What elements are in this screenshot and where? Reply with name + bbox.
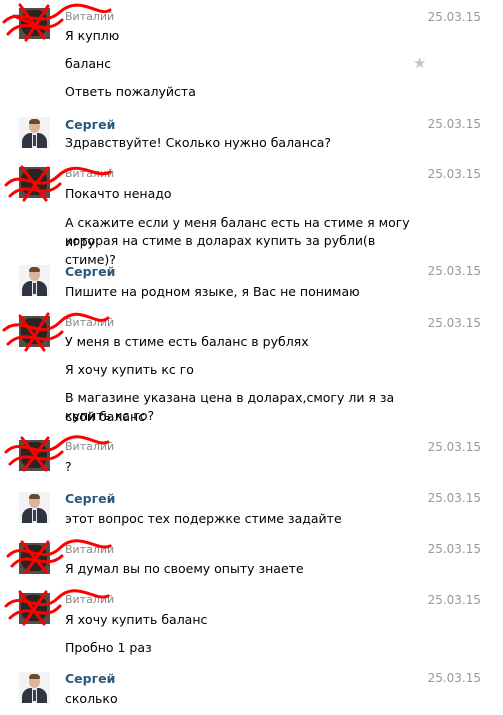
message-text: ?	[65, 459, 72, 474]
message-text: купить кс го?	[65, 408, 155, 423]
author-name[interactable]: Сергей	[65, 117, 115, 132]
message-item: Виталий 25.03.15 Я хочу купить баланс Пр…	[0, 587, 503, 667]
message-item: Виталий 25.03.15 Я думал вы по своему оп…	[0, 537, 503, 587]
message-date: 25.03.15	[427, 440, 481, 454]
message-text: Я куплю	[65, 28, 120, 43]
message-date: 25.03.15	[427, 542, 481, 556]
author-name[interactable]: Виталий	[65, 440, 114, 453]
message-text: Я думал вы по своему опыту знаете	[65, 561, 304, 576]
message-date: 25.03.15	[427, 671, 481, 685]
message-item: Виталий 25.03.15 ?	[0, 435, 503, 487]
message-item: Виталий 25.03.15 Я куплю баланс ★ Ответь…	[0, 0, 503, 110]
author-name[interactable]: Сергей	[65, 491, 115, 506]
message-text: Покачто ненадо	[65, 186, 172, 201]
author-name[interactable]: Виталий	[65, 543, 114, 556]
author-name[interactable]: Сергей	[65, 264, 115, 279]
avatar[interactable]	[19, 167, 50, 198]
author-name[interactable]: Виталий	[65, 593, 114, 606]
author-name[interactable]: Виталий	[65, 167, 114, 180]
message-item: Сергей 25.03.15 этот вопрос тех подержке…	[0, 487, 503, 537]
avatar[interactable]	[19, 593, 50, 624]
message-text: Я хочу купить кс го	[65, 362, 194, 377]
author-name[interactable]: Сергей	[65, 671, 115, 686]
message-text: Я хочу купить баланс	[65, 612, 208, 627]
avatar[interactable]	[19, 8, 50, 39]
message-text: У меня в стиме есть баланс в рублях	[65, 334, 309, 349]
star-icon[interactable]: ★	[413, 54, 426, 72]
message-item: Сергей 25.03.15 сколько	[0, 667, 503, 715]
author-name[interactable]: Виталий	[65, 316, 114, 329]
message-item: Виталий 25.03.15 У меня в стиме есть бал…	[0, 310, 503, 435]
message-date: 25.03.15	[427, 264, 481, 278]
message-item: Сергей 25.03.15 Здравствуйте! Сколько ну…	[0, 110, 503, 160]
author-name[interactable]: Виталий	[65, 10, 114, 23]
avatar[interactable]	[19, 672, 50, 703]
message-text: Здравствуйте! Сколько нужно баланса?	[65, 135, 332, 150]
avatar[interactable]	[19, 316, 50, 347]
message-text: Ответь пожалуйста	[65, 84, 196, 99]
message-text: сколько	[65, 691, 118, 706]
message-text: этот вопрос тех подержке стиме задайте	[65, 511, 342, 526]
message-date: 25.03.15	[427, 593, 481, 607]
message-date: 25.03.15	[427, 117, 481, 131]
avatar[interactable]	[19, 543, 50, 574]
message-text: Пробно 1 раз	[65, 640, 152, 655]
message-text: баланс	[65, 56, 112, 71]
message-date: 25.03.15	[427, 491, 481, 505]
message-text: Пишите на родном языке, я Вас не понимаю	[65, 284, 360, 299]
message-date: 25.03.15	[427, 316, 481, 330]
message-date: 25.03.15	[427, 167, 481, 181]
avatar[interactable]	[19, 117, 50, 148]
avatar[interactable]	[19, 265, 50, 296]
message-date: 25.03.15	[427, 10, 481, 24]
avatar[interactable]	[19, 440, 50, 471]
message-item: Виталий 25.03.15 Покачто ненадо А скажит…	[0, 160, 503, 267]
avatar[interactable]	[19, 492, 50, 523]
message-item: Сергей 25.03.15 Пишите на родном языке, …	[0, 260, 503, 310]
